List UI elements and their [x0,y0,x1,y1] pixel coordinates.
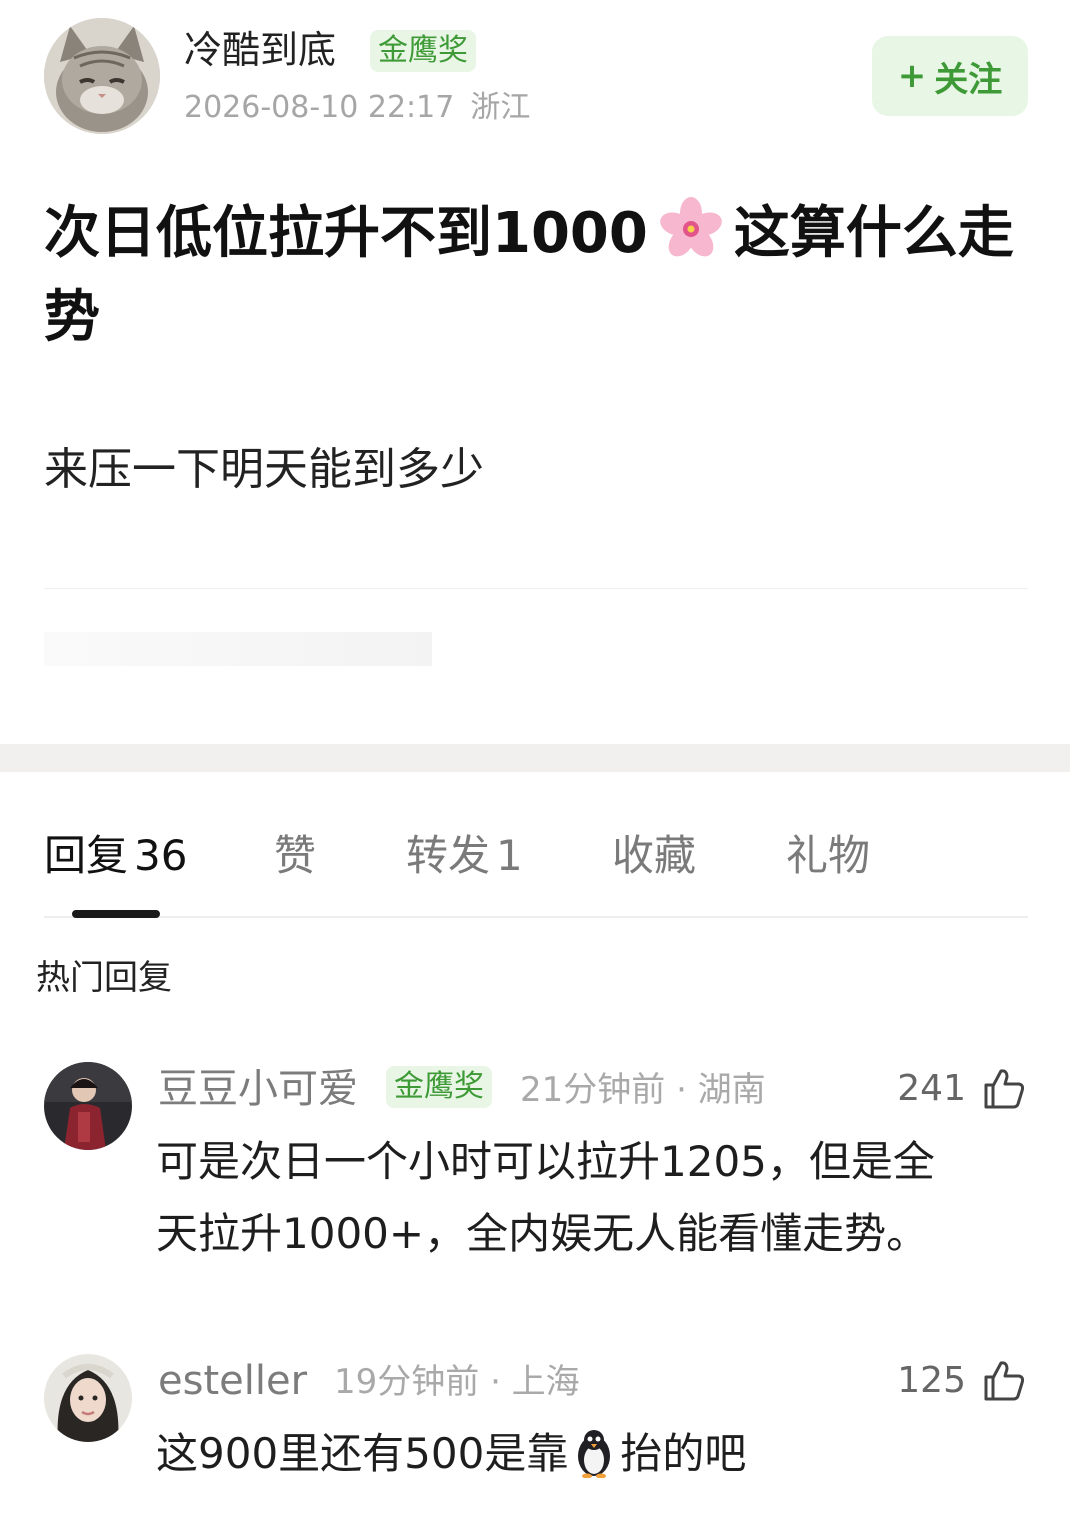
thumbs-up-icon[interactable] [980,1065,1028,1113]
penguin-icon [572,1428,616,1479]
hot-replies-heading: 热门回复 [36,958,172,998]
commenter-award-badge: 金鹰奖 [386,1066,492,1108]
comment-item: esteller 19分钟前 · 上海 125 这900里还有500是靠 抬的吧 [44,1354,1028,1494]
commenter-avatar[interactable] [44,1354,132,1442]
post-timestamp: 2026-08-10 22:17 [184,90,455,125]
comment-text: 这900里还有500是靠 抬的吧 [156,1428,747,1479]
comment-like-area[interactable]: 241 [897,1062,1028,1116]
person-avatar-icon [44,1354,132,1442]
commenter-avatar[interactable] [44,1062,132,1150]
reply-tabs: 回复 36 赞 转发 1 收藏 礼物 [44,820,1028,918]
person-avatar-icon [44,1062,132,1150]
divider [44,588,1028,589]
author-award-badge: 金鹰奖 [370,30,476,72]
post-title: 次日低位拉升不到1000 这算什么走势 [44,192,1034,360]
plus-icon: + [897,56,927,96]
post-location: 浙江 [470,90,531,125]
comment-text: 可是次日一个小时可以拉升1205，但是全 天拉升1000+，全内娱无人能看懂走势… [156,1137,935,1258]
comment-time-location: 19分钟前 · 上海 [334,1362,580,1402]
commenter-name[interactable]: 豆豆小可爱 [158,1062,358,1116]
tab-favorites[interactable]: 收藏 [612,826,696,886]
thumbs-up-icon[interactable] [980,1357,1028,1405]
like-count: 125 [897,1360,966,1401]
faded-placeholder-strip [44,632,432,666]
comment-item: 豆豆小可爱 金鹰奖 21分钟前 · 湖南 241 可是次日一个小时可以拉升120… [44,1062,1028,1272]
like-count: 241 [897,1068,966,1109]
follow-label: 关注 [934,59,1003,100]
comment-like-area[interactable]: 125 [897,1354,1028,1408]
comment-time-location: 21分钟前 · 湖南 [520,1070,766,1110]
tab-gifts[interactable]: 礼物 [786,826,870,886]
post-body: 来压一下明天能到多少 [44,444,484,495]
post-meta: 2026-08-10 22:17 浙江 [184,88,530,128]
commenter-name[interactable]: esteller [158,1354,307,1408]
author-avatar[interactable] [44,18,160,134]
active-tab-indicator [72,910,160,918]
follow-button[interactable]: + 关注 [872,36,1028,116]
tab-reposts[interactable]: 转发 1 [406,826,523,886]
section-separator [0,744,1070,772]
cat-avatar-icon [44,18,160,134]
tab-replies[interactable]: 回复 36 [44,826,187,886]
tab-likes[interactable]: 赞 [274,826,316,886]
post-header: 冷酷到底 金鹰奖 2026-08-10 22:17 浙江 + 关注 [44,18,1028,138]
post-title-part1: 次日低位拉升不到1000 [44,201,648,266]
author-name[interactable]: 冷酷到底 [184,26,336,74]
cherry-blossom-icon [658,196,724,262]
